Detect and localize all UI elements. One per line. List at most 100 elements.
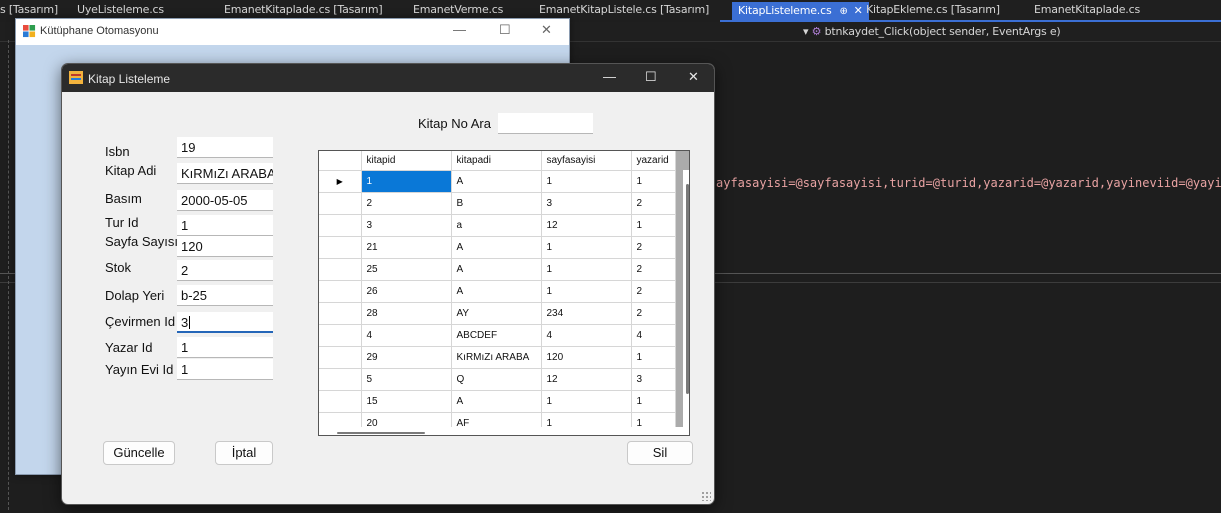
ide-tab-active[interactable]: KitapListeleme.cs ⊕ ✕ (732, 2, 869, 20)
row-header[interactable] (319, 258, 362, 281)
row-header[interactable] (319, 346, 362, 369)
grid-cell[interactable]: 12 (541, 214, 632, 237)
maximize-button[interactable]: ☐ (499, 22, 511, 38)
row-header[interactable] (319, 390, 362, 413)
main-window-titlebar[interactable]: Kütüphane Otomasyonu — ☐ ✕ (16, 19, 569, 45)
grid-cell[interactable]: 2 (631, 302, 676, 325)
ide-tab-right-0[interactable]: KitapEkleme.cs [Tasarım] (866, 3, 1000, 20)
grid-cell[interactable]: 3 (631, 368, 676, 391)
grid-cell[interactable]: 1 (631, 214, 676, 237)
grid-column-header-yazarid[interactable]: yazarid (631, 151, 676, 171)
grid-cell[interactable]: 12 (541, 368, 632, 391)
grid-cell[interactable]: A (451, 280, 542, 303)
dolap-yeri-input[interactable]: b-25 (177, 285, 273, 306)
grid-cell[interactable]: A (451, 236, 542, 259)
row-header[interactable] (319, 236, 362, 259)
minimize-button[interactable]: — (603, 69, 616, 84)
row-header[interactable] (319, 324, 362, 347)
table-row[interactable]: 29 KıRMıZı ARABA 120 1 (319, 346, 676, 369)
pin-icon[interactable]: ⊕ (839, 6, 847, 17)
basim-input[interactable]: 2000-05-05 (177, 190, 273, 211)
row-header[interactable] (319, 280, 362, 303)
close-button[interactable]: ✕ (688, 69, 699, 85)
close-button[interactable]: ✕ (541, 22, 552, 38)
method-navigator[interactable]: ▾ ⚙ btnkaydet_Click(object sender, Event… (803, 25, 1061, 38)
grid-cell[interactable]: 21 (361, 236, 452, 259)
table-row[interactable]: 25 A 1 2 (319, 258, 676, 281)
grid-cell[interactable]: 5 (361, 368, 452, 391)
grid-cell[interactable]: 28 (361, 302, 452, 325)
grid-cell[interactable]: 1 (631, 390, 676, 413)
grid-cell[interactable]: 1 (541, 236, 632, 259)
yayin-evi-id-input[interactable]: 1 (177, 359, 273, 380)
grid-cell[interactable]: 4 (541, 324, 632, 347)
row-header[interactable] (319, 368, 362, 391)
grid-cell[interactable]: 1 (541, 390, 632, 413)
grid-cell[interactable]: 234 (541, 302, 632, 325)
row-header[interactable] (319, 192, 362, 215)
grid-cell[interactable]: 15 (361, 390, 452, 413)
grid-cell[interactable]: 4 (631, 324, 676, 347)
grid-cell[interactable]: 120 (541, 346, 632, 369)
grid-cell[interactable]: 2 (631, 192, 676, 215)
row-header[interactable] (319, 214, 362, 237)
grid-cell[interactable]: 2 (361, 192, 452, 215)
grid-cell[interactable]: KıRMıZı ARABA (451, 346, 542, 369)
grid-cell[interactable]: A (451, 258, 542, 281)
table-row[interactable]: 4 ABCDEF 4 4 (319, 324, 676, 347)
table-row[interactable]: 21 A 1 2 (319, 236, 676, 259)
grid-cell[interactable]: 1 (541, 258, 632, 281)
iptal-button[interactable]: İptal (215, 441, 273, 465)
grid-cell[interactable]: 1 (541, 170, 632, 193)
sayfa-sayisi-input[interactable]: 120 (177, 236, 273, 257)
vertical-scrollbar[interactable] (683, 170, 689, 435)
code-line[interactable]: ayfasayisi=@sayfasayisi,turid=@turid,yaz… (716, 176, 1221, 190)
grid-cell[interactable]: ABCDEF (451, 324, 542, 347)
grid-cell[interactable]: B (451, 192, 542, 215)
grid-corner-header[interactable] (319, 151, 362, 171)
table-row[interactable]: 26 A 1 2 (319, 280, 676, 303)
horizontal-scroll-thumb[interactable] (337, 432, 425, 434)
grid-cell[interactable]: 3 (541, 192, 632, 215)
table-row[interactable]: 2B32 (319, 192, 676, 215)
maximize-button[interactable]: ☐ (645, 69, 657, 85)
grid-cell[interactable]: AY (451, 302, 542, 325)
grid-cell[interactable]: 2 (631, 236, 676, 259)
grid-cell[interactable]: 1 (361, 170, 452, 193)
grid-cell[interactable]: a (451, 214, 542, 237)
vertical-scroll-thumb[interactable] (686, 184, 689, 394)
form-titlebar[interactable]: Kitap Listeleme — ☐ ✕ (62, 64, 714, 92)
grid-cell[interactable]: 2 (631, 258, 676, 281)
kitap-data-grid[interactable]: kitapid kitapadi sayfasayisi yazarid ▶ 1 A 1 1 2… (318, 150, 690, 436)
grid-cell[interactable]: 1 (541, 280, 632, 303)
horizontal-scrollbar[interactable] (319, 427, 683, 435)
tur-id-input[interactable]: 1 (177, 215, 273, 236)
grid-column-header-kitapid[interactable]: kitapid (361, 151, 452, 171)
row-header[interactable]: ▶ (319, 170, 362, 193)
table-row[interactable]: 28 AY 234 2 (319, 302, 676, 325)
guncelle-button[interactable]: Güncelle (103, 441, 175, 465)
search-input[interactable] (498, 113, 593, 134)
grid-cell[interactable]: 3 (361, 214, 452, 237)
grid-cell[interactable]: A (451, 390, 542, 413)
table-row[interactable]: 5 Q 12 3 (319, 368, 676, 391)
grid-cell[interactable]: 4 (361, 324, 452, 347)
yazar-id-input[interactable]: 1 (177, 337, 273, 358)
grid-column-header-kitapadi[interactable]: kitapadi (451, 151, 542, 171)
table-row[interactable]: 15 A 1 1 (319, 390, 676, 413)
grid-column-header-sayfasayisi[interactable]: sayfasayisi (541, 151, 632, 171)
table-row[interactable]: ▶ 1 A 1 1 (319, 170, 676, 193)
ide-tab-right-1[interactable]: EmanetKitaplade.cs (1034, 3, 1140, 20)
grid-cell[interactable]: 25 (361, 258, 452, 281)
grid-cell[interactable]: 2 (631, 280, 676, 303)
cevirmen-id-input[interactable]: 3 (177, 312, 273, 333)
minimize-button[interactable]: — (453, 22, 466, 37)
close-icon[interactable]: ✕ (854, 4, 863, 17)
grid-cell[interactable]: 1 (631, 346, 676, 369)
grid-cell[interactable]: Q (451, 368, 542, 391)
isbn-input[interactable]: 19 (177, 137, 273, 158)
kitap-adi-input[interactable]: KıRMıZı ARABA (177, 163, 273, 184)
table-row[interactable]: 3 a 12 1 (319, 214, 676, 237)
grid-cell[interactable]: 1 (631, 170, 676, 193)
grid-cell[interactable]: 29 (361, 346, 452, 369)
